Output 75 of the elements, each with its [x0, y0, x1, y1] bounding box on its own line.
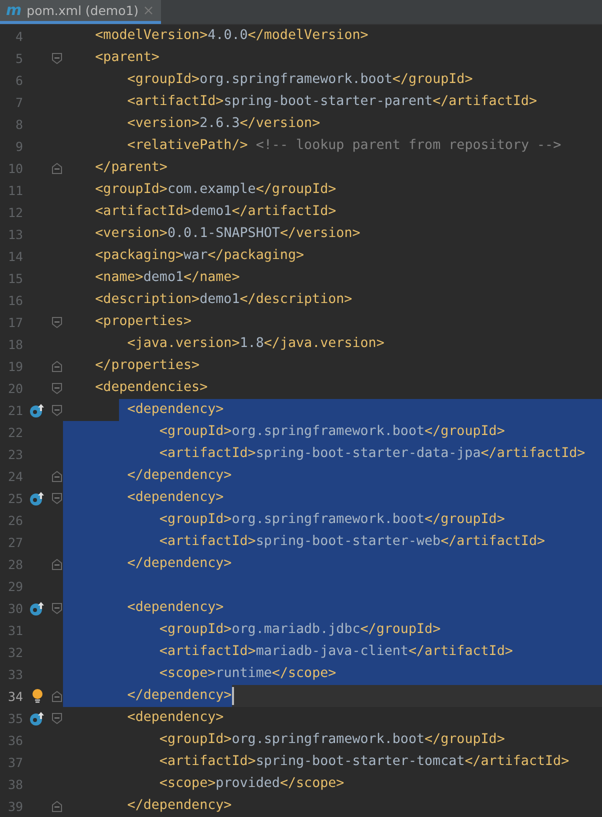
line-number: 36 [6, 732, 23, 748]
line-number: 6 [14, 72, 23, 88]
line-number: 18 [6, 336, 23, 352]
line-number: 20 [6, 380, 23, 396]
line-number: 10 [6, 160, 23, 176]
line-number: 15 [6, 270, 23, 286]
fold-marker-icon[interactable] [52, 712, 62, 724]
fold-marker-icon[interactable] [52, 558, 62, 570]
file-tab[interactable]: m pom.xml (demo1) [0, 0, 161, 24]
fold-marker-icon[interactable] [52, 360, 62, 372]
line-number: 23 [6, 446, 23, 462]
code-line: <dependencies> [94, 379, 209, 397]
line-number: 13 [6, 226, 23, 242]
line-number: 7 [14, 94, 23, 110]
lightbulb-icon[interactable] [32, 689, 42, 703]
line-number: 11 [6, 182, 23, 198]
line-number: 25 [6, 490, 23, 506]
line-number: 35 [6, 710, 23, 726]
line-number: 30 [6, 600, 23, 616]
fold-marker-icon[interactable] [52, 52, 62, 64]
line-number: 32 [6, 644, 23, 660]
line-number: 31 [6, 622, 23, 638]
fold-marker-icon[interactable] [52, 470, 62, 482]
code-line: </parent> [94, 159, 168, 177]
line-number: 34 [6, 688, 23, 704]
fold-marker-icon[interactable] [52, 404, 62, 416]
line-number: 14 [6, 248, 23, 264]
line-number: 24 [6, 468, 23, 484]
line-number: 29 [6, 578, 23, 594]
code-line: <name>demo1</name> [94, 269, 241, 287]
code-line: <version>2.6.3</version> [126, 115, 322, 133]
line-number: 12 [6, 204, 23, 220]
code-line: <artifactId>demo1</artifactId> [94, 203, 338, 221]
code-line: <groupId>org.springframework.boot</groupId> [158, 731, 506, 749]
fold-marker-icon[interactable] [52, 316, 62, 328]
fold-marker-icon[interactable] [52, 382, 62, 394]
maven-icon: m [6, 3, 22, 18]
line-number: 4 [14, 28, 23, 44]
fold-marker-icon[interactable] [52, 162, 62, 174]
line-number: 8 [14, 116, 23, 132]
code-line: <parent> [94, 49, 160, 67]
line-number: 38 [6, 776, 23, 792]
code-line: <packaging>war</packaging> [94, 247, 306, 265]
code-line: <modelVersion>4.0.0</modelVersion> [94, 27, 370, 45]
code-line: </dependency> [126, 797, 233, 815]
code-line: </properties> [94, 357, 201, 375]
line-number: 33 [6, 666, 23, 682]
code-line: <java.version>1.8</java.version> [126, 335, 386, 353]
line-number: 22 [6, 424, 23, 440]
code-line: <dependency> [126, 709, 225, 727]
text-cursor [232, 687, 234, 705]
code-line: <description>demo1</description> [94, 291, 354, 309]
code-line: <groupId>org.springframework.boot</groupId> [126, 71, 474, 89]
line-number: 19 [6, 358, 23, 374]
code-line: <artifactId>spring-boot-starter-tomcat</artifactId> [158, 753, 570, 771]
fold-marker-icon[interactable] [52, 800, 62, 812]
code-line: <artifactId>spring-boot-starter-parent</artifactId> [126, 93, 538, 111]
fold-marker-icon[interactable] [52, 492, 62, 504]
line-number: 5 [14, 50, 23, 66]
code-line: <properties> [94, 313, 193, 331]
fold-marker-icon[interactable] [52, 690, 62, 702]
code-line: <scope>provided</scope> [158, 775, 346, 793]
line-number: 27 [6, 534, 23, 550]
line-number: 16 [6, 292, 23, 308]
line-number: 21 [6, 402, 23, 418]
code-line: <relativePath/> <!-- lookup parent from repository --> [126, 137, 562, 155]
line-number: 17 [6, 314, 23, 330]
line-number: 37 [6, 754, 23, 770]
line-number: 28 [6, 556, 23, 572]
line-number: 39 [6, 798, 23, 814]
code-line: <version>0.0.1-SNAPSHOT</version> [94, 225, 362, 243]
line-number: 26 [6, 512, 23, 528]
fold-marker-icon[interactable] [52, 602, 62, 614]
line-number: 9 [14, 138, 23, 154]
code-line: <groupId>com.example</groupId> [94, 181, 338, 199]
